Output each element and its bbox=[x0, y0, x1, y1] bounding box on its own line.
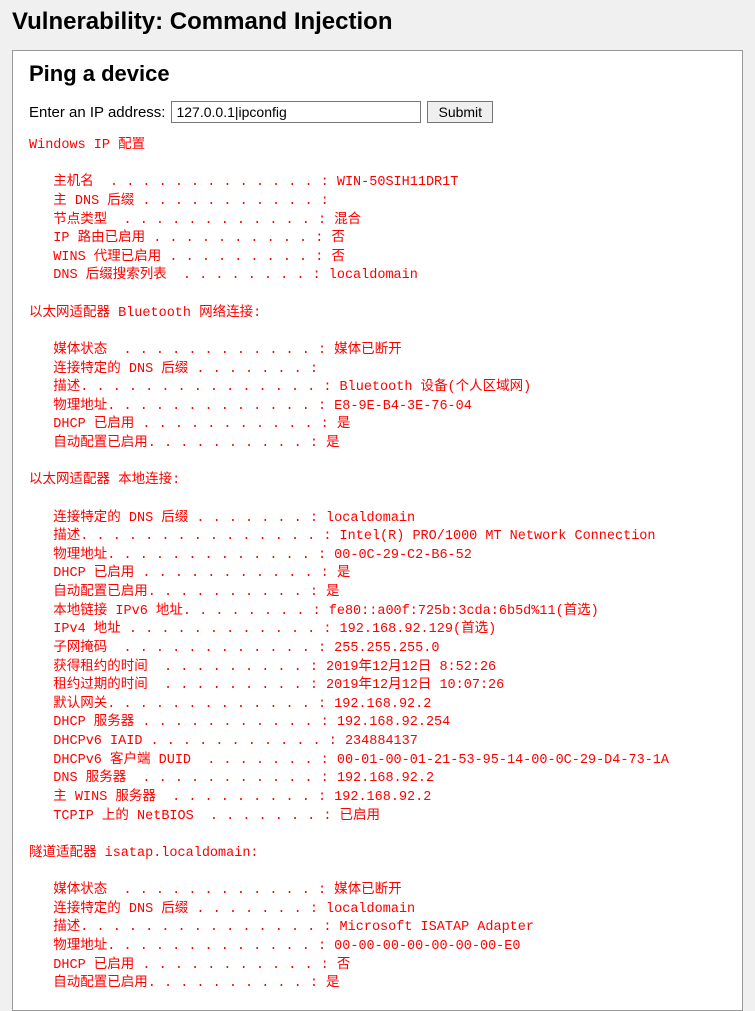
page-title: Vulnerability: Command Injection bbox=[0, 0, 755, 44]
ip-form: Enter an IP address: Submit bbox=[29, 101, 726, 123]
command-output: Windows IP 配置 主机名 . . . . . . . . . . . … bbox=[29, 137, 726, 994]
panel-title: Ping a device bbox=[29, 61, 726, 87]
ip-label: Enter an IP address: bbox=[29, 104, 165, 121]
main-panel: Ping a device Enter an IP address: Submi… bbox=[12, 50, 743, 1011]
ip-input[interactable] bbox=[171, 101, 421, 123]
submit-button[interactable]: Submit bbox=[427, 101, 493, 123]
